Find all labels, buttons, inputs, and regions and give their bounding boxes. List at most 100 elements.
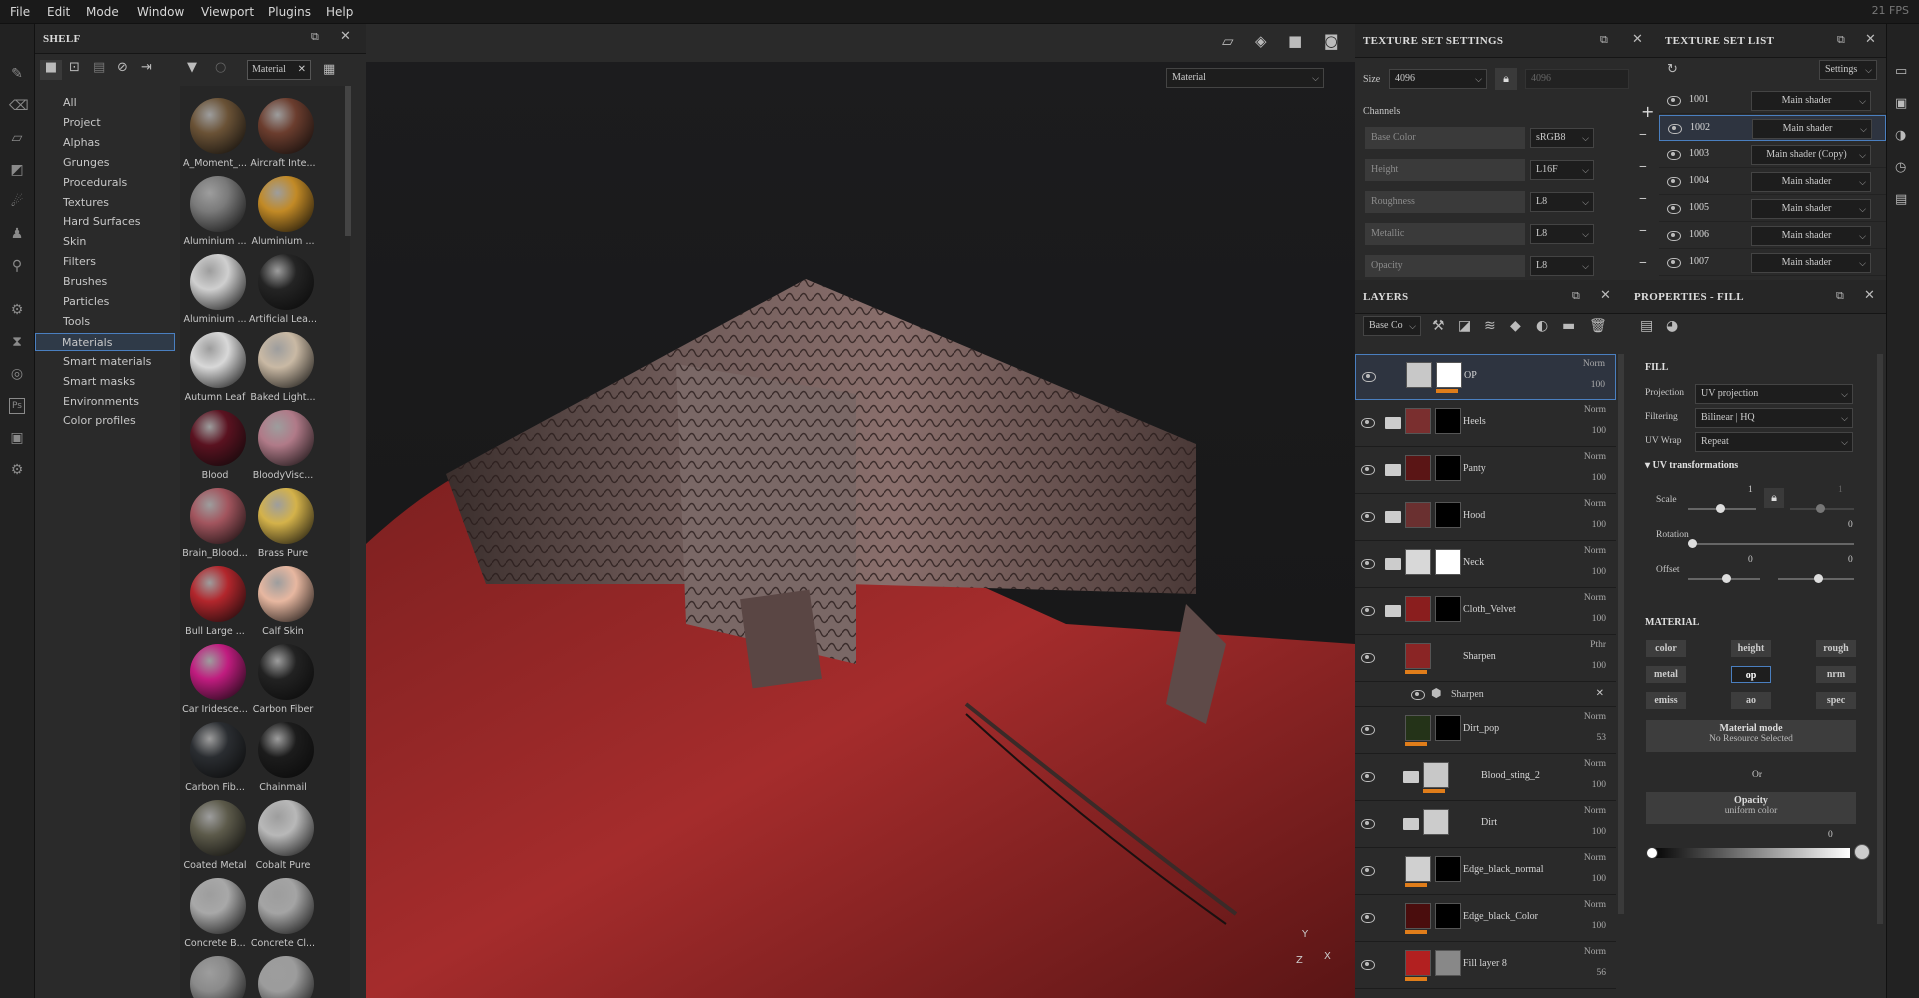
material-thumbnail[interactable]: Concrete Cl... bbox=[248, 876, 315, 954]
add-smart-material-icon[interactable]: ◐ bbox=[1536, 318, 1548, 334]
layer-row[interactable]: Edge_black_normal Norm 100 bbox=[1355, 849, 1616, 895]
menu-mode[interactable]: Mode bbox=[86, 5, 119, 19]
offset-slider-1[interactable] bbox=[1688, 574, 1760, 583]
archive-icon[interactable]: ▤ bbox=[93, 60, 105, 75]
environment-icon[interactable]: ◑ bbox=[1895, 128, 1906, 143]
category-item[interactable]: Materials bbox=[35, 332, 175, 351]
material-channel-chip[interactable]: ao bbox=[1731, 692, 1771, 709]
layer-row[interactable]: Fill layer 8 Norm 56 bbox=[1355, 943, 1616, 989]
color-picker-icon[interactable] bbox=[1854, 844, 1870, 860]
layer-row[interactable]: Hood Norm 100 bbox=[1355, 495, 1616, 541]
scale-slider-knob[interactable] bbox=[1716, 504, 1725, 513]
material-thumbnail[interactable]: Calf Skin bbox=[248, 564, 314, 642]
layer-opacity[interactable]: 53 bbox=[1597, 733, 1607, 743]
blend-mode[interactable]: Norm bbox=[1584, 947, 1606, 957]
uvwrap-select[interactable]: Repeat bbox=[1695, 432, 1853, 452]
visibility-eye-icon[interactable] bbox=[1361, 960, 1375, 970]
material-thumbnail[interactable]: Bull Large ... bbox=[180, 564, 246, 642]
material-thumbnail[interactable]: BloodyVisc... bbox=[248, 408, 314, 486]
texture-set-row[interactable]: 1005 Main shader bbox=[1659, 196, 1886, 222]
rotation-slider-knob[interactable] bbox=[1688, 539, 1697, 548]
polygon-fill-icon[interactable]: ◩ bbox=[9, 162, 25, 178]
fill-properties-icon[interactable]: ▤ bbox=[1640, 318, 1653, 334]
visibility-eye-icon[interactable] bbox=[1361, 819, 1375, 829]
undock-icon[interactable]: ⧉ bbox=[1600, 33, 1608, 47]
close-icon[interactable]: ✕ bbox=[1600, 288, 1611, 303]
3d-cube-icon[interactable]: ◈ bbox=[1255, 32, 1267, 50]
visibility-eye-icon[interactable] bbox=[1361, 725, 1375, 735]
blend-mode[interactable]: Norm bbox=[1584, 853, 1606, 863]
smudge-icon[interactable]: ☄ bbox=[9, 194, 25, 210]
layer-row[interactable]: Cloth_Velvet Norm 100 bbox=[1355, 589, 1616, 635]
blend-mode[interactable]: Norm bbox=[1584, 712, 1606, 722]
material-thumbnail[interactable] bbox=[248, 954, 314, 998]
shader-select[interactable]: Main shader (Copy) bbox=[1751, 145, 1871, 165]
settings-icon[interactable]: ⚙ bbox=[9, 302, 25, 318]
sync-icon[interactable]: ↻ bbox=[1667, 62, 1678, 77]
visibility-eye-icon[interactable] bbox=[1361, 465, 1375, 475]
clone-icon[interactable]: ♟ bbox=[9, 226, 25, 242]
layer-opacity[interactable]: 100 bbox=[1591, 380, 1605, 390]
menu-window[interactable]: Window bbox=[137, 5, 184, 19]
add-fill-icon[interactable]: ◆ bbox=[1510, 318, 1521, 334]
paint-brush-icon[interactable]: ✎ bbox=[9, 66, 25, 82]
menu-plugins[interactable]: Plugins bbox=[268, 5, 311, 19]
channel-format-select[interactable]: sRGB8 bbox=[1530, 128, 1594, 148]
add-channel-icon[interactable]: + bbox=[1641, 102, 1654, 121]
size-lock-icon[interactable]: 🔒︎ bbox=[1495, 68, 1517, 90]
layer-opacity[interactable]: 100 bbox=[1592, 473, 1606, 483]
view-mode-icon[interactable]: ▱ bbox=[1222, 32, 1234, 50]
visibility-eye-icon[interactable] bbox=[1411, 690, 1425, 700]
shader-select[interactable]: Main shader bbox=[1751, 253, 1871, 273]
visibility-eye-icon[interactable] bbox=[1361, 866, 1375, 876]
close-icon[interactable]: ✕ bbox=[340, 29, 351, 44]
material-thumbnail[interactable]: Brain_Blood... bbox=[180, 486, 248, 564]
layers-scrollbar[interactable] bbox=[1618, 354, 1624, 914]
close-icon[interactable]: ✕ bbox=[1864, 288, 1875, 303]
material-channel-chip[interactable]: metal bbox=[1646, 666, 1686, 683]
material-thumbnail[interactable]: Cobalt Pure bbox=[248, 798, 314, 876]
delete-layer-icon[interactable]: 🗑︎ bbox=[1589, 318, 1607, 334]
layer-row[interactable]: Neck Norm 100 bbox=[1355, 542, 1616, 588]
texture-set-row[interactable]: 1007 Main shader bbox=[1659, 250, 1886, 276]
visibility-eye-icon[interactable] bbox=[1362, 372, 1376, 382]
scale-lock-icon[interactable]: 🔒︎ bbox=[1764, 488, 1784, 508]
visibility-eye-icon[interactable] bbox=[1361, 653, 1375, 663]
eraser-icon[interactable]: ⌫ bbox=[9, 98, 29, 114]
visibility-eye-icon[interactable] bbox=[1361, 512, 1375, 522]
blend-mode[interactable]: Norm bbox=[1583, 359, 1605, 369]
plugin-icon[interactable]: ⚙ bbox=[9, 462, 25, 478]
blend-mode[interactable]: Norm bbox=[1584, 405, 1606, 415]
material-thumbnail[interactable]: Brass Pure bbox=[248, 486, 314, 564]
offset-slider-1-knob[interactable] bbox=[1722, 574, 1731, 583]
blend-mode[interactable]: Norm bbox=[1584, 452, 1606, 462]
texture-set-row[interactable]: 1006 Main shader bbox=[1659, 223, 1886, 249]
material-channel-chip[interactable]: spec bbox=[1816, 692, 1856, 709]
layer-row[interactable]: Edge_black_Color Norm 100 bbox=[1355, 896, 1616, 942]
visibility-eye-icon[interactable] bbox=[1361, 606, 1375, 616]
texture-set-row[interactable]: 1002 Main shader bbox=[1659, 115, 1886, 141]
shader-select[interactable]: Main shader bbox=[1751, 199, 1871, 219]
viewport-material-select[interactable]: Material bbox=[1166, 68, 1324, 88]
material-channel-chip[interactable]: nrm bbox=[1816, 666, 1856, 683]
filter-icon[interactable]: ▼ bbox=[187, 60, 197, 75]
channel-format-select[interactable]: L8 bbox=[1530, 192, 1594, 212]
menu-file[interactable]: File bbox=[10, 5, 30, 19]
layer-row[interactable]: OP Norm 100 bbox=[1355, 354, 1616, 400]
add-effect-icon[interactable]: ⚒ bbox=[1432, 318, 1445, 334]
visibility-eye-icon[interactable] bbox=[1667, 258, 1681, 268]
opacity-gradient-slider[interactable] bbox=[1646, 847, 1850, 859]
rotation-slider[interactable] bbox=[1688, 539, 1854, 548]
close-icon[interactable]: ✕ bbox=[1632, 32, 1643, 47]
visibility-eye-icon[interactable] bbox=[1667, 96, 1681, 106]
size-select[interactable]: 4096 bbox=[1389, 69, 1487, 89]
layer-row[interactable]: Dirt Norm 100 bbox=[1355, 802, 1616, 848]
layer-row[interactable]: Sharpen Pthr 100 bbox=[1355, 636, 1616, 682]
layer-opacity[interactable]: 100 bbox=[1592, 827, 1606, 837]
texture-set-row[interactable]: 1004 Main shader bbox=[1659, 169, 1886, 195]
display-settings-icon[interactable]: ▣ bbox=[1895, 96, 1907, 111]
visibility-eye-icon[interactable] bbox=[1667, 177, 1681, 187]
layer-opacity[interactable]: 100 bbox=[1592, 780, 1606, 790]
layer-opacity[interactable]: 100 bbox=[1592, 614, 1606, 624]
shelf-search-field[interactable]: Material ✕ bbox=[247, 60, 311, 80]
